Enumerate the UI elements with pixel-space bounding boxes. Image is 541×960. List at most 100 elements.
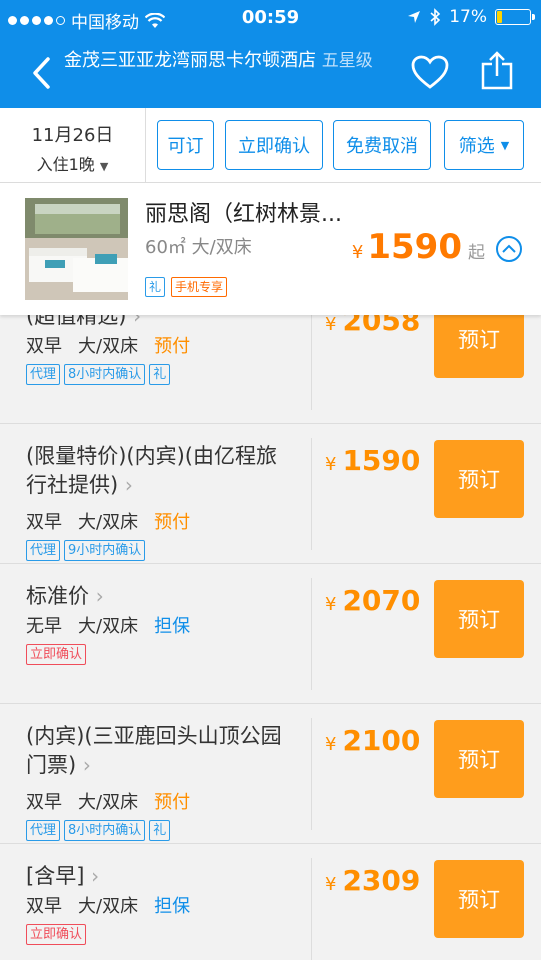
breakfast-label: 双早 xyxy=(26,896,62,917)
book-button[interactable]: 预订 xyxy=(434,720,524,798)
room-name: 丽思阁（红树林景... xyxy=(145,202,342,227)
divider xyxy=(311,300,312,410)
room-header[interactable]: 丽思阁（红树林景... 60㎡ 大/双床 礼 手机专享 ¥ 1590 起 xyxy=(0,183,541,315)
rate-tag: 代理 xyxy=(26,540,61,561)
rate-meta: 双早 大/双床 预付 xyxy=(26,508,190,534)
filter-bar: 11月26日 入住1晚 ▼ 可订 立即确认 免费取消 筛选 ▼ xyxy=(0,108,541,183)
rate-tag: 代理 xyxy=(26,820,61,841)
dropdown-arrow-icon: ▼ xyxy=(500,138,510,152)
rate-meta: 无早 大/双床 担保 xyxy=(26,612,190,638)
currency-symbol: ¥ xyxy=(325,454,337,475)
room-photo[interactable] xyxy=(25,198,128,300)
filter-more-button[interactable]: 筛选 ▼ xyxy=(444,120,524,170)
filter-instant-confirm-button[interactable]: 立即确认 xyxy=(225,120,323,170)
rate-title[interactable]: 标准价 › xyxy=(26,582,296,611)
breakfast-label: 双早 xyxy=(26,512,62,533)
chevron-right-icon: › xyxy=(124,473,133,497)
rate-tag: 9小时内确认 xyxy=(64,540,146,561)
rate-meta: 双早 大/双床 预付 xyxy=(26,788,190,814)
divider xyxy=(311,858,312,960)
chevron-right-icon: › xyxy=(91,864,100,888)
book-button[interactable]: 预订 xyxy=(434,860,524,938)
rate-title-text: [含早] xyxy=(26,864,85,888)
chevron-right-icon: › xyxy=(95,584,104,608)
star-rating: 五星级 xyxy=(321,51,373,71)
bed-label: 大/双床 xyxy=(78,792,139,813)
share-icon[interactable] xyxy=(480,50,514,90)
rate-tag: 立即确认 xyxy=(26,924,87,945)
rate-price: ¥1590 xyxy=(325,444,420,477)
rate-title-text: (限量特价)(内宾)(由亿程旅行社提供) xyxy=(26,444,277,497)
currency-symbol: ¥ xyxy=(325,314,337,335)
filter-more-label: 筛选 xyxy=(458,136,495,157)
status-bar: 中国移动 00:59 17% xyxy=(0,0,541,36)
bed-label: 大/双床 xyxy=(78,336,139,357)
stay-length: 入住1晚 xyxy=(36,155,95,174)
rate-price-value: 2100 xyxy=(342,724,421,757)
currency-symbol: ¥ xyxy=(325,874,337,895)
gift-tag: 礼 xyxy=(145,277,166,297)
rate-meta: 双早 大/双床 担保 xyxy=(26,892,190,918)
payment-label: 预付 xyxy=(154,336,191,357)
back-arrow-icon[interactable] xyxy=(28,56,56,90)
rate-price: ¥2309 xyxy=(325,864,420,897)
hotel-title: 金茂三亚亚龙湾丽思卡尔顿酒店 五星级 xyxy=(64,49,394,73)
payment-label: 担保 xyxy=(154,616,191,637)
divider xyxy=(311,718,312,830)
rate-row[interactable]: (限量特价)(内宾)(由亿程旅行社提供) › 双早 大/双床 预付 代理 9小时内确认 ¥1… xyxy=(0,424,541,564)
heart-icon[interactable] xyxy=(410,54,450,90)
rate-tags: 代理 9小时内确认 xyxy=(26,540,146,561)
currency-symbol: ¥ xyxy=(325,734,337,755)
bed-label: 大/双床 xyxy=(78,896,139,917)
chevron-right-icon: › xyxy=(82,753,91,777)
book-button[interactable]: 预订 xyxy=(434,440,524,518)
rate-meta: 双早 大/双床 预付 xyxy=(26,332,190,358)
breakfast-label: 无早 xyxy=(26,616,62,637)
rate-price-value: 2070 xyxy=(342,584,421,617)
mobile-exclusive-tag: 手机专享 xyxy=(171,277,228,297)
dropdown-arrow-icon: ▼ xyxy=(99,160,109,173)
battery-percent: 17% xyxy=(449,7,487,27)
rate-row[interactable]: 标准价 › 无早 大/双床 担保 立即确认 ¥2070 预订 xyxy=(0,564,541,704)
date-selector[interactable]: 11月26日 入住1晚 ▼ xyxy=(0,108,146,183)
filter-available-button[interactable]: 可订 xyxy=(157,120,214,170)
divider xyxy=(311,578,312,690)
rate-tags: 代理 8小时内确认礼 xyxy=(26,820,171,841)
filter-free-cancel-button[interactable]: 免费取消 xyxy=(333,120,431,170)
rate-tag: 立即确认 xyxy=(26,644,87,665)
nav-bar: 金茂三亚亚龙湾丽思卡尔顿酒店 五星级 xyxy=(0,36,541,108)
collapse-icon[interactable] xyxy=(495,235,523,263)
checkin-date: 11月26日 xyxy=(31,125,114,146)
room-spec: 60㎡ 大/双床 xyxy=(145,237,252,258)
bluetooth-icon xyxy=(430,8,441,26)
rate-title-text: 标准价 xyxy=(26,584,89,608)
rate-tag: 8小时内确认 xyxy=(64,364,146,385)
hotel-name: 金茂三亚亚龙湾丽思卡尔顿酒店 xyxy=(64,50,316,71)
rate-row[interactable]: [含早] › 双早 大/双床 担保 立即确认 ¥2309 预订 xyxy=(0,844,541,960)
payment-label: 预付 xyxy=(154,512,191,533)
price-suffix: 起 xyxy=(468,243,485,263)
rate-title-text: (内宾)(三亚鹿回头山顶公园门票) xyxy=(26,724,282,777)
currency-symbol: ¥ xyxy=(351,242,364,263)
room-price: ¥ 1590 起 xyxy=(352,227,485,267)
room-tags: 礼 手机专享 xyxy=(145,277,228,297)
rate-price: ¥2070 xyxy=(325,584,420,617)
bed-label: 大/双床 xyxy=(78,512,139,533)
rate-row[interactable]: (超值精选) › 双早 大/双床 预付 代理 8小时内确认礼 ¥2058 预订 xyxy=(0,300,541,424)
rate-list: (超值精选) › 双早 大/双床 预付 代理 8小时内确认礼 ¥2058 预订 (限量特价)(内… xyxy=(0,300,541,960)
rate-tag: 礼 xyxy=(149,820,171,841)
bed-label: 大/双床 xyxy=(78,616,139,637)
divider xyxy=(311,438,312,550)
rate-price-value: 2309 xyxy=(342,864,421,897)
rate-tag: 礼 xyxy=(149,364,171,385)
book-button[interactable]: 预订 xyxy=(434,580,524,658)
rate-title[interactable]: [含早] › xyxy=(26,862,296,891)
rate-title[interactable]: (内宾)(三亚鹿回头山顶公园门票) › xyxy=(26,722,296,780)
rate-tags: 代理 8小时内确认礼 xyxy=(26,364,171,385)
rate-tags: 立即确认 xyxy=(26,924,87,945)
rate-row[interactable]: (内宾)(三亚鹿回头山顶公园门票) › 双早 大/双床 预付代理 8小时内确认礼 ¥210… xyxy=(0,704,541,844)
breakfast-label: 双早 xyxy=(26,336,62,357)
rate-tags: 立即确认 xyxy=(26,644,87,665)
breakfast-label: 双早 xyxy=(26,792,62,813)
rate-title[interactable]: (限量特价)(内宾)(由亿程旅行社提供) › xyxy=(26,442,296,500)
